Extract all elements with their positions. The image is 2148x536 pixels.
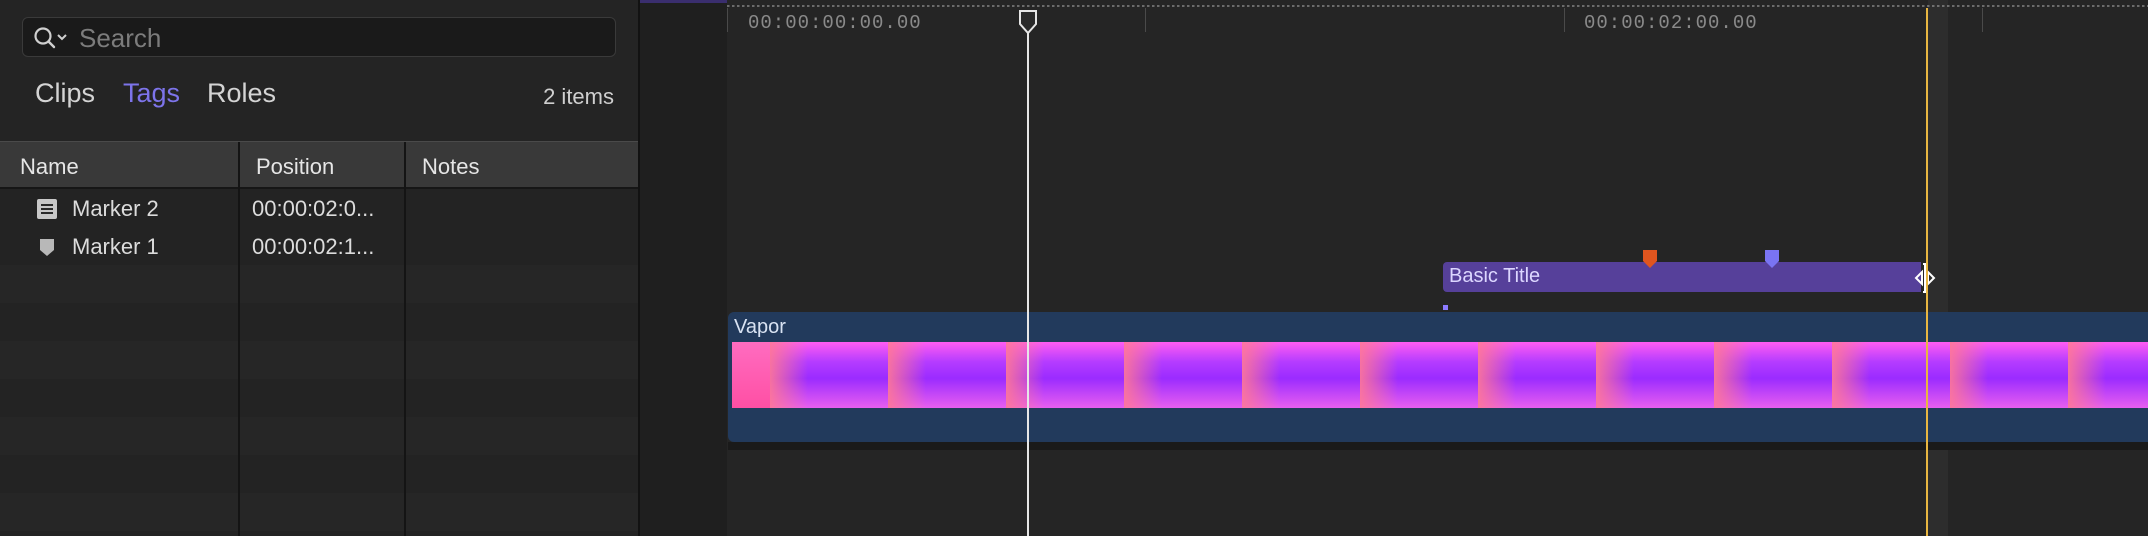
ruler-timecode: 00:00:02:00.00 xyxy=(1584,12,1758,34)
title-clip-label: Basic Title xyxy=(1449,265,1541,287)
column-divider xyxy=(404,189,406,536)
ruler-tick xyxy=(1564,8,1565,32)
table-row[interactable]: Marker 1 00:00:02:1... xyxy=(0,227,638,265)
filmstrip-frame xyxy=(732,342,770,408)
trim-handle-icon[interactable] xyxy=(1905,262,1945,294)
column-divider[interactable] xyxy=(238,142,240,190)
filmstrip-frame xyxy=(1360,342,1478,408)
filmstrip xyxy=(732,342,2148,408)
filmstrip-frame xyxy=(1478,342,1596,408)
list-marker-icon xyxy=(37,199,57,219)
filmstrip-frame xyxy=(1006,342,1124,408)
column-header-position[interactable]: Position xyxy=(256,154,334,180)
row-position: 00:00:02:1... xyxy=(252,234,375,259)
row-stripe xyxy=(0,493,638,531)
row-position: 00:00:02:0... xyxy=(252,196,375,221)
table-header: Name Position Notes xyxy=(0,141,638,190)
ruler-tick xyxy=(1145,8,1146,32)
timeline-index-panel: Clips Tags Roles 2 items Name Position N… xyxy=(0,0,640,536)
filmstrip-frame xyxy=(1242,342,1360,408)
filmstrip-frame xyxy=(770,342,888,408)
ruler-timecode: 00:00:00:00.00 xyxy=(748,12,922,34)
filmstrip-frame xyxy=(1950,342,2068,408)
search-icon[interactable] xyxy=(33,26,71,50)
tab-tags[interactable]: Tags xyxy=(123,78,180,109)
filmstrip-frame xyxy=(1832,342,1950,408)
track-separator xyxy=(728,442,2148,450)
search-input[interactable] xyxy=(77,23,601,53)
row-stripe xyxy=(0,265,638,303)
ruler-tick xyxy=(727,8,728,32)
column-header-name[interactable]: Name xyxy=(20,154,79,180)
video-clip[interactable]: Vapor xyxy=(728,312,2148,442)
filmstrip-frame xyxy=(888,342,1006,408)
row-stripe xyxy=(0,417,638,455)
table-row[interactable]: Marker 2 00:00:02:0... xyxy=(0,189,638,227)
row-stripe xyxy=(0,341,638,379)
tab-roles[interactable]: Roles xyxy=(207,78,276,109)
tab-clips[interactable]: Clips xyxy=(35,78,95,109)
connection-point xyxy=(1443,305,1448,310)
column-header-notes[interactable]: Notes xyxy=(422,154,479,180)
timeline[interactable]: 00:00:00:00.00 00:00:02:00.00 Basic Titl… xyxy=(640,0,2148,536)
row-name: Marker 2 xyxy=(72,196,159,221)
column-divider xyxy=(238,189,240,536)
search-box[interactable] xyxy=(22,17,616,57)
skimmer xyxy=(1926,8,1928,536)
row-name: Marker 1 xyxy=(72,234,159,259)
marker-icon[interactable] xyxy=(1764,249,1780,269)
filmstrip-frame xyxy=(2068,342,2148,408)
item-count: 2 items xyxy=(543,84,614,109)
table-body: Marker 2 00:00:02:0... Marker 1 00:00:02… xyxy=(0,189,638,536)
marker-icon xyxy=(40,239,54,256)
filmstrip-frame xyxy=(1596,342,1714,408)
filmstrip-frame xyxy=(1714,342,1832,408)
filmstrip-frame xyxy=(1124,342,1242,408)
video-clip-label: Vapor xyxy=(734,316,786,338)
column-divider[interactable] xyxy=(404,142,406,190)
playhead-handle-icon[interactable] xyxy=(1018,10,1038,34)
playhead[interactable] xyxy=(1027,18,1029,536)
title-clip[interactable]: Basic Title xyxy=(1443,262,1921,292)
ruler-tick xyxy=(1982,8,1983,32)
marker-icon[interactable] xyxy=(1642,249,1658,269)
